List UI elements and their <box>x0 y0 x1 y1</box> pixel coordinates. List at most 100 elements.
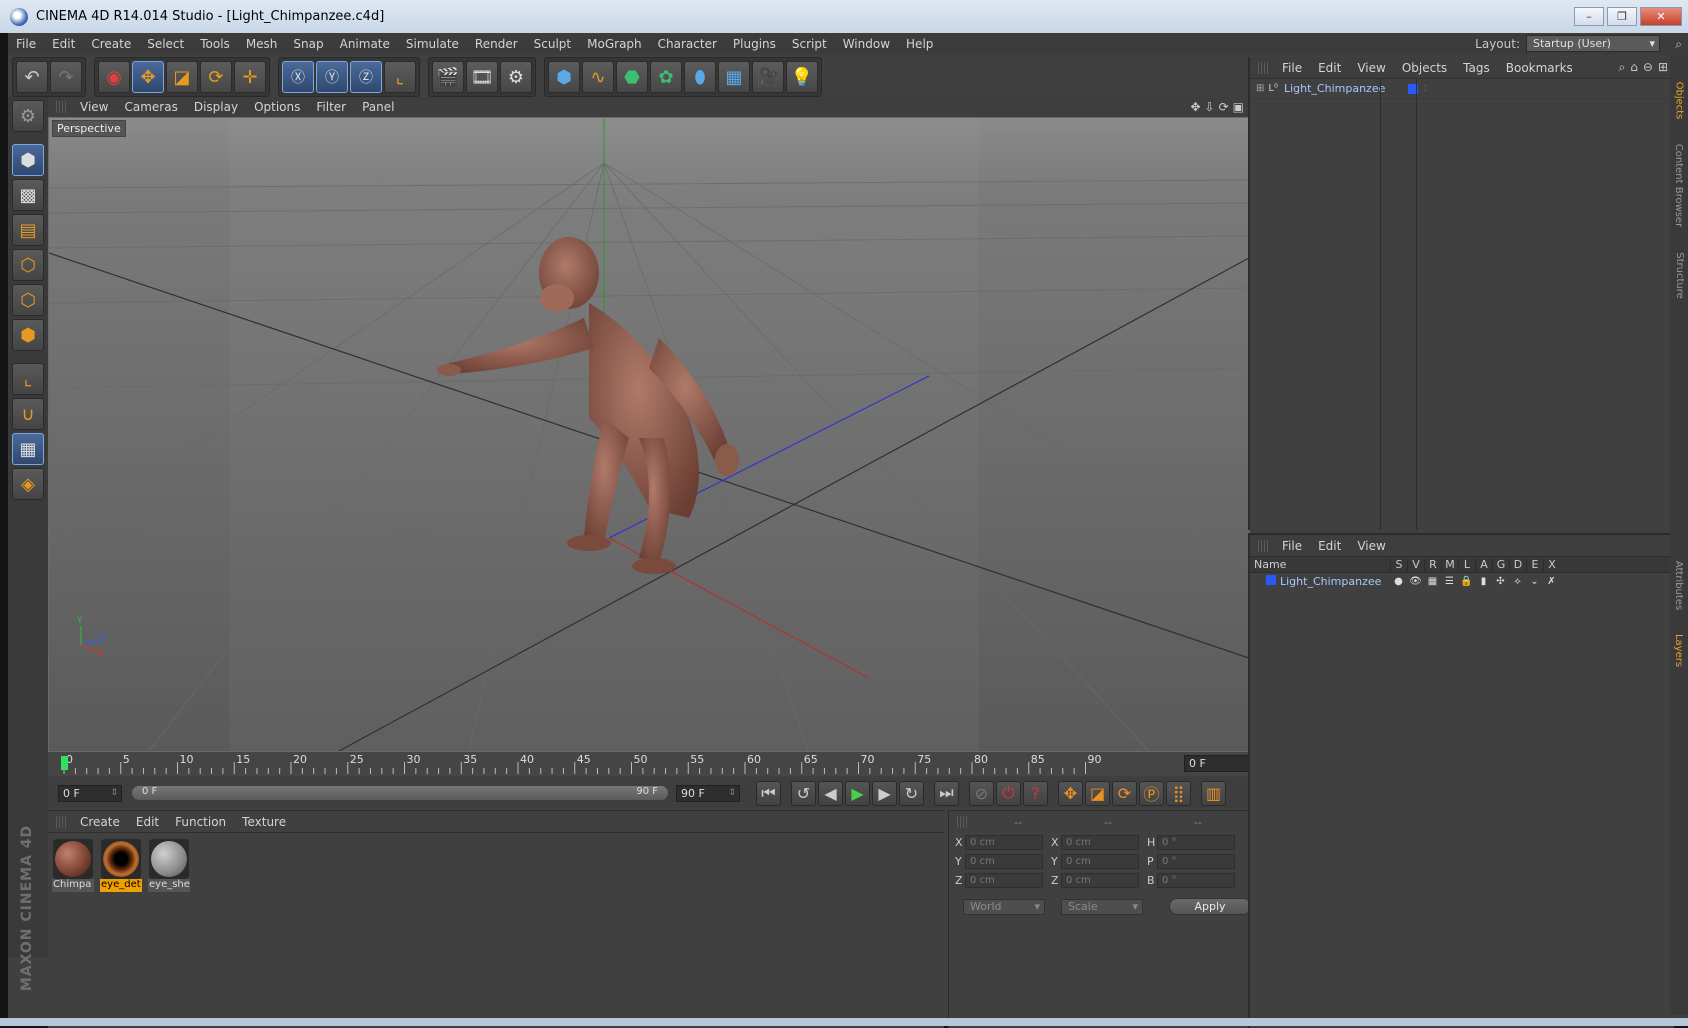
search-icon[interactable]: ⌕ <box>1619 60 1626 75</box>
menu-select[interactable]: Select <box>139 37 192 51</box>
camera-icon[interactable]: 🎥 <box>752 61 784 93</box>
layer-col-solo[interactable]: S <box>1390 558 1407 571</box>
menu-window[interactable]: Window <box>835 37 898 51</box>
layer-col-render[interactable]: R <box>1424 558 1441 571</box>
y-axis-lock-icon[interactable]: Ⓨ <box>316 61 348 93</box>
zoom-icon[interactable]: ⇩ <box>1205 100 1215 114</box>
snap-magnet-icon[interactable]: ∪ <box>12 398 44 430</box>
panel-grip-icon[interactable] <box>1258 539 1268 552</box>
material-chimpanzee[interactable]: Chimpa <box>52 839 94 892</box>
minimize-button[interactable]: – <box>1574 7 1604 26</box>
tab-layers[interactable]: Layers <box>1670 625 1688 675</box>
layer-row[interactable]: Light_Chimpanzee ● 👁 ▦ ☰ 🔒 ▮ ✣ ⟡ ⌄ ✗ <box>1250 573 1674 590</box>
render-toggle-icon[interactable]: ▦ <box>1424 576 1441 587</box>
timeline-window-icon[interactable]: ▥ <box>1201 780 1226 806</box>
viewport-menu-display[interactable]: Display <box>186 100 246 114</box>
recent-tool-icon[interactable]: ✛ <box>234 61 266 93</box>
move-tool-icon[interactable]: ✥ <box>132 61 164 93</box>
model-mode-icon[interactable]: ⬢ <box>12 144 44 176</box>
texture-mode-icon[interactable]: ▩ <box>12 179 44 211</box>
tab-attributes[interactable]: Attributes <box>1670 555 1688 615</box>
redo-icon[interactable]: ↷ <box>50 61 82 93</box>
previous-frame-icon[interactable]: ◀ <box>818 780 843 806</box>
object-menu-view[interactable]: View <box>1349 61 1393 75</box>
deformers-toggle-icon[interactable]: ⟡ <box>1509 576 1526 587</box>
end-frame-field[interactable]: 90 F <box>676 784 740 802</box>
home-icon[interactable]: ⌂ <box>1630 60 1638 75</box>
layer-col-deformers[interactable]: D <box>1509 558 1526 571</box>
current-frame-field[interactable]: 0 F <box>1184 755 1250 772</box>
position-y-field[interactable]: 0 cm <box>965 854 1043 869</box>
layer-menu-file[interactable]: File <box>1274 539 1310 553</box>
generators-toggle-icon[interactable]: ✣ <box>1492 576 1509 587</box>
go-to-end-icon[interactable]: ⏭ <box>934 780 959 806</box>
edges-mode-icon[interactable]: ⬡ <box>12 284 44 316</box>
coordinate-space-dropdown[interactable]: World <box>963 898 1045 915</box>
panel-grip-icon[interactable] <box>957 816 967 828</box>
next-keyframe-icon[interactable]: ↻ <box>899 780 924 806</box>
points-mode-icon[interactable]: ⬡ <box>12 249 44 281</box>
layout-dropdown[interactable]: Startup (User) <box>1526 35 1660 52</box>
render-view-icon[interactable]: 🎬 <box>432 61 464 93</box>
axis-mode-icon[interactable]: ⌞ <box>12 363 44 395</box>
floor-environment-icon[interactable]: ▦ <box>718 61 750 93</box>
cube-object-icon[interactable]: ⬢ <box>548 61 580 93</box>
undo-icon[interactable]: ↶ <box>16 61 48 93</box>
spline-icon[interactable]: ∿ <box>582 61 614 93</box>
position-x-field[interactable]: 0 cm <box>965 835 1043 850</box>
object-menu-tags[interactable]: Tags <box>1455 61 1498 75</box>
manager-toggle-icon[interactable]: ☰ <box>1441 576 1458 587</box>
nurbs-icon[interactable]: ⬣ <box>616 61 648 93</box>
layer-menu-edit[interactable]: Edit <box>1310 539 1349 553</box>
position-z-field[interactable]: 0 cm <box>965 873 1043 888</box>
render-picture-viewer-icon[interactable]: 🎞 <box>466 61 498 93</box>
next-frame-icon[interactable]: ▶ <box>872 780 897 806</box>
layer-col-manager[interactable]: M <box>1441 558 1458 571</box>
orbit-icon[interactable]: ⟳ <box>1219 100 1229 114</box>
go-to-start-icon[interactable]: ⏮ <box>756 780 781 806</box>
z-axis-lock-icon[interactable]: Ⓩ <box>350 61 382 93</box>
rotation-b-field[interactable]: 0 ° <box>1157 873 1235 888</box>
apply-button[interactable]: Apply <box>1169 898 1251 915</box>
search-icon[interactable]: ⌕ <box>1675 37 1682 52</box>
expressions-toggle-icon[interactable]: ⌄ <box>1526 576 1543 587</box>
menu-character[interactable]: Character <box>650 37 725 51</box>
menu-create[interactable]: Create <box>83 37 139 51</box>
material-eye-shell[interactable]: eye_she <box>148 839 190 892</box>
link-icon[interactable]: ⊖ <box>1643 60 1653 75</box>
layer-col-name[interactable]: Name <box>1250 558 1390 571</box>
material-menu-function[interactable]: Function <box>167 815 234 829</box>
keyframe-selection-icon[interactable]: ? <box>1023 780 1048 806</box>
key-rotation-icon[interactable]: ⟳ <box>1112 780 1137 806</box>
coordinate-mode-dropdown[interactable]: Scale <box>1061 898 1143 915</box>
menu-sculpt[interactable]: Sculpt <box>526 37 579 51</box>
menu-file[interactable]: File <box>8 37 44 51</box>
timeline-ruler[interactable]: 0 5 10 15 20 25 30 35 40 45 50 55 60 65 70 75 80 85 90 0 F <box>48 752 1252 776</box>
maximize-button[interactable]: ❐ <box>1607 7 1637 26</box>
menu-edit[interactable]: Edit <box>44 37 83 51</box>
maximize-view-icon[interactable]: ▣ <box>1233 100 1244 114</box>
polygons-mode-icon[interactable]: ⬢ <box>12 319 44 351</box>
object-menu-objects[interactable]: Objects <box>1394 61 1455 75</box>
xref-toggle-icon[interactable]: ✗ <box>1543 576 1560 587</box>
layer-col-locked[interactable]: L <box>1458 558 1475 571</box>
object-menu-edit[interactable]: Edit <box>1310 61 1349 75</box>
viewport-menu-cameras[interactable]: Cameras <box>116 100 185 114</box>
panel-grip-icon[interactable] <box>1258 61 1268 74</box>
deformer-icon[interactable]: ⬮ <box>684 61 716 93</box>
light-icon[interactable]: 💡 <box>786 61 818 93</box>
object-menu-file[interactable]: File <box>1274 61 1310 75</box>
material-menu-edit[interactable]: Edit <box>128 815 167 829</box>
size-x-field[interactable]: 0 cm <box>1061 835 1139 850</box>
layer-col-animation[interactable]: A <box>1475 558 1492 571</box>
scale-tool-icon[interactable]: ◪ <box>166 61 198 93</box>
tab-objects[interactable]: Objects <box>1670 75 1688 125</box>
mograph-cloner-icon[interactable]: ✿ <box>650 61 682 93</box>
rotation-p-field[interactable]: 0 ° <box>1157 854 1235 869</box>
menu-snap[interactable]: Snap <box>285 37 331 51</box>
material-menu-create[interactable]: Create <box>72 815 128 829</box>
menu-script[interactable]: Script <box>784 37 835 51</box>
menu-simulate[interactable]: Simulate <box>398 37 467 51</box>
coordinate-system-icon[interactable]: ⌞ <box>384 61 416 93</box>
3d-viewport[interactable]: Y X Z Perspective <box>48 117 1250 752</box>
